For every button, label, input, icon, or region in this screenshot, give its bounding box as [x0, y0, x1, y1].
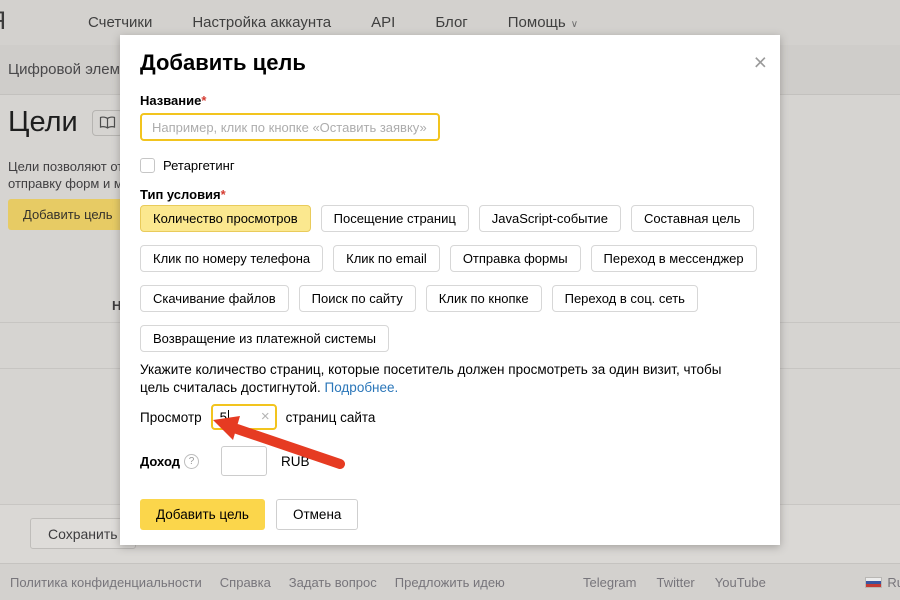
goals-docs-button[interactable]: [92, 110, 123, 136]
required-asterisk: *: [221, 187, 226, 202]
condition-option[interactable]: Клик по номеру телефона: [140, 245, 323, 272]
footer-link[interactable]: Политика конфиденциальности: [10, 575, 202, 590]
revenue-input[interactable]: [221, 446, 267, 476]
language-label: Ru: [887, 575, 900, 590]
views-count-input[interactable]: 5 ×: [211, 404, 277, 430]
nav-item[interactable]: Блог: [435, 14, 467, 31]
footer-social-link[interactable]: Twitter: [656, 575, 694, 590]
nav-help-label: Помощь: [508, 14, 566, 31]
nav-items: Счетчики Настройка аккаунта API Блог: [88, 14, 468, 31]
book-icon: [99, 116, 116, 129]
footer-links: Политика конфиденциальности Справка Задать…: [10, 575, 505, 590]
clear-icon[interactable]: ×: [261, 409, 270, 424]
cancel-button[interactable]: Отмена: [276, 499, 358, 530]
retargeting-checkbox[interactable]: [140, 158, 155, 173]
nav-item-help[interactable]: Помощь ∨: [508, 14, 578, 31]
name-field-label: Название*: [140, 93, 206, 108]
add-goal-button-page[interactable]: Добавить цель: [8, 199, 128, 230]
add-goal-submit-button[interactable]: Добавить цель: [140, 499, 265, 530]
condition-option[interactable]: Переход в мессенджер: [591, 245, 757, 272]
views-suffix: страниц сайта: [286, 410, 376, 425]
condition-option[interactable]: Составная цель: [631, 205, 754, 232]
condition-rows: Количество просмотров Посещение страниц Ja…: [140, 205, 757, 365]
retargeting-checkbox-row[interactable]: Ретаргетинг: [140, 158, 235, 173]
condition-option[interactable]: Переход в соц. сеть: [552, 285, 698, 312]
nav-item[interactable]: Счетчики: [88, 14, 152, 31]
condition-type-label: Тип условия*: [140, 187, 226, 202]
required-asterisk: *: [201, 93, 206, 108]
nav-item[interactable]: Настройка аккаунта: [192, 14, 331, 31]
footer-social-link[interactable]: YouTube: [715, 575, 766, 590]
page-title: Цели: [8, 106, 78, 139]
add-goal-modal: Добавить цель × Название* Ретаргетинг Ти…: [120, 35, 780, 545]
condition-option[interactable]: Поиск по сайту: [299, 285, 416, 312]
revenue-label: Доход: [140, 454, 180, 469]
language-switcher[interactable]: Ru: [865, 575, 900, 590]
goal-name-input[interactable]: [140, 113, 440, 141]
footer: Политика конфиденциальности Справка Задать…: [0, 563, 900, 600]
condition-option[interactable]: Скачивание файлов: [140, 285, 289, 312]
chevron-down-icon: ∨: [571, 19, 578, 30]
goals-description: Цели позволяют от отправку форм и м: [8, 158, 123, 192]
condition-option[interactable]: Возвращение из платежной системы: [140, 325, 389, 352]
close-icon[interactable]: ×: [754, 51, 767, 74]
footer-link[interactable]: Справка: [220, 575, 271, 590]
condition-option[interactable]: Клик по кнопке: [426, 285, 542, 312]
condition-option[interactable]: Отправка формы: [450, 245, 581, 272]
condition-option[interactable]: Посещение страниц: [321, 205, 469, 232]
condition-option[interactable]: Количество просмотров: [140, 205, 311, 232]
retargeting-label: Ретаргетинг: [163, 158, 235, 173]
russia-flag-icon: [865, 577, 882, 588]
views-label: Просмотр: [140, 410, 202, 425]
yandex-logo-fragment: Я: [0, 7, 10, 37]
counter-name[interactable]: Цифровой элеме: [8, 61, 128, 78]
views-count-value: 5: [220, 410, 228, 425]
condition-option[interactable]: Клик по email: [333, 245, 440, 272]
text-caret: [228, 410, 229, 425]
footer-social-link[interactable]: Telegram: [583, 575, 636, 590]
modal-title: Добавить цель: [140, 50, 306, 76]
footer-link[interactable]: Задать вопрос: [289, 575, 377, 590]
footer-link[interactable]: Предложить идею: [395, 575, 505, 590]
condition-description: Укажите количество страниц, которые посе…: [140, 361, 746, 397]
nav-item[interactable]: API: [371, 14, 395, 31]
currency-label: RUB: [281, 454, 310, 469]
condition-option[interactable]: JavaScript-событие: [479, 205, 621, 232]
more-info-link[interactable]: Подробнее.: [325, 380, 399, 395]
footer-social: Telegram Twitter YouTube: [583, 575, 766, 590]
help-icon[interactable]: ?: [184, 454, 199, 469]
